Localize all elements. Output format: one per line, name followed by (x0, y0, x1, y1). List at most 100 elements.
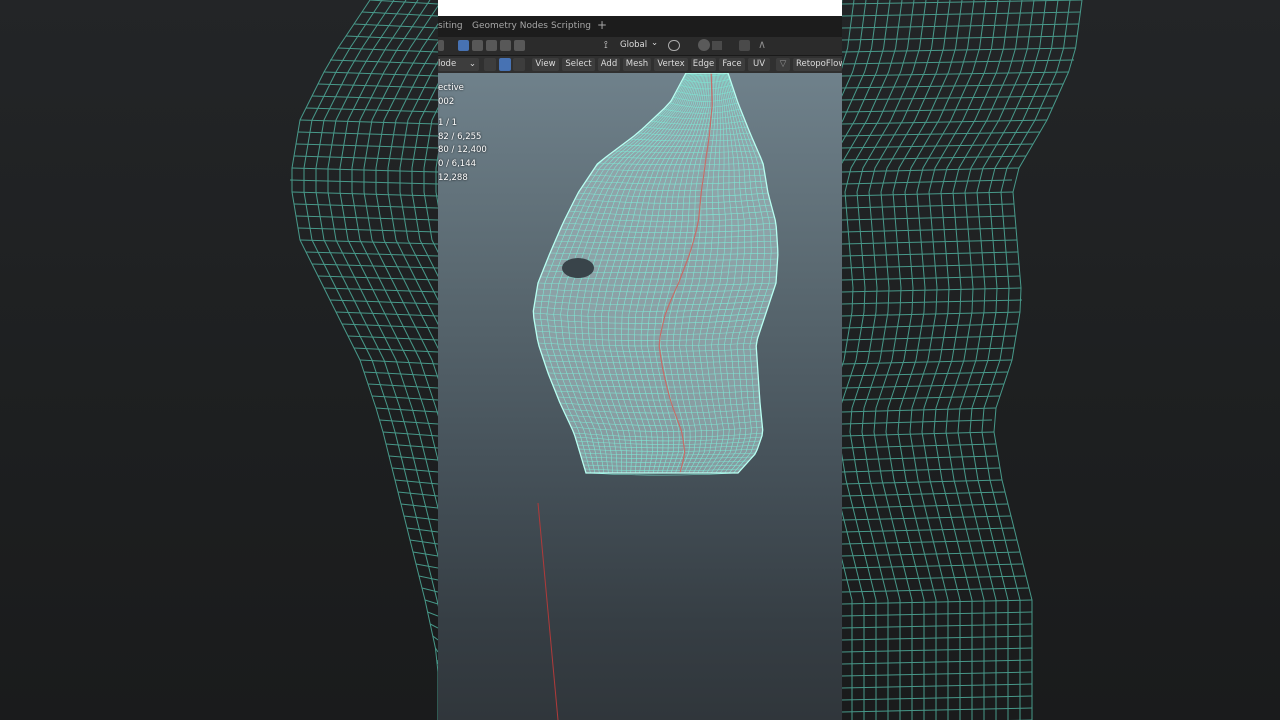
add-workspace-button[interactable]: + (597, 18, 607, 32)
side-edge-loop (397, 491, 438, 497)
menu-view[interactable]: View (532, 58, 559, 71)
select-extend-icon[interactable] (472, 40, 483, 51)
workspace-tabbar: siting Geometry Nodes Scripting + (438, 16, 842, 37)
side-edge-ring (861, 0, 951, 720)
side-edge-ring (873, 0, 963, 720)
side-edge-loop (391, 467, 438, 473)
menu-mesh[interactable]: Mesh (623, 58, 651, 71)
side-edge-loop (842, 491, 1006, 497)
mode-dropdown[interactable]: lode ⌄ (438, 58, 479, 71)
tab-scripting[interactable]: Scripting (551, 21, 591, 31)
face-select-mode-button[interactable] (513, 58, 525, 71)
side-edge-ring (842, 0, 867, 97)
side-edge-loop (842, 311, 1021, 317)
tab-geometry-nodes[interactable]: Geometry Nodes (472, 21, 548, 31)
menu-vertex[interactable]: Vertex (654, 58, 688, 71)
menu-edge[interactable]: Edge (691, 58, 716, 71)
retopoflow-icon[interactable]: ▽ (776, 58, 790, 71)
side-edge-loop (385, 443, 438, 449)
side-edge-ring (842, 0, 903, 720)
side-edge-loop (415, 563, 438, 569)
select-intersect-icon[interactable] (514, 40, 525, 51)
select-subtract-icon[interactable] (486, 40, 497, 51)
side-edge-loop (842, 575, 1027, 581)
menu-retopoflow[interactable]: RetopoFlow (793, 58, 842, 71)
tool-header: ⟟ Global ⌄ ∧ (438, 37, 842, 56)
side-edge-loop (842, 707, 1033, 713)
side-edge-loop (379, 419, 438, 425)
side-edge-loop (842, 107, 1053, 113)
side-edge-ring (842, 0, 915, 720)
side-edge-ring (303, 0, 438, 607)
side-edge-ring (885, 0, 975, 720)
editor-header: lode ⌄ View Select Add Mesh Vertex Edge … (438, 56, 842, 73)
side-edge-loop (323, 71, 438, 77)
side-edge-loop (406, 527, 438, 533)
side-edge-loop (842, 347, 1015, 353)
falloff-icon[interactable]: ∧ (758, 38, 766, 51)
side-edge-loop (842, 83, 1064, 89)
side-edge-loop (842, 275, 1021, 281)
side-mesh (842, 0, 1083, 720)
side-edge-loop (311, 263, 438, 269)
side-edge-loop (329, 59, 438, 65)
vertex-select-mode-button[interactable] (484, 58, 496, 71)
edge-select-mode-button[interactable] (499, 58, 511, 71)
side-edge-loop (842, 47, 1076, 53)
side-edge-loop (842, 179, 1013, 185)
side-edge-loop (842, 407, 997, 413)
menu-uv[interactable]: UV (748, 58, 770, 71)
side-edge-loop (842, 611, 1033, 617)
side-edge-loop (842, 239, 1018, 245)
select-box-icon[interactable] (438, 40, 444, 51)
menu-add[interactable]: Add (598, 58, 620, 71)
background-right-wireframe (842, 0, 1083, 720)
side-edge-loop (335, 311, 438, 317)
stat-objects: 1 / 1 (438, 118, 458, 129)
stat-triangles: 12,288 (438, 172, 468, 183)
menu-select[interactable]: Select (562, 58, 595, 71)
side-edge-loop (842, 671, 1033, 677)
side-edge-loop (842, 623, 1033, 629)
mode-label: lode (438, 59, 457, 69)
snap-icon[interactable] (698, 39, 710, 51)
object-name: 002 (438, 96, 455, 107)
window-top-strip (438, 0, 842, 16)
side-edge-loop (299, 239, 438, 245)
side-edge-loop (842, 167, 1020, 173)
select-difference-icon[interactable] (500, 40, 511, 51)
side-edge-loop (842, 527, 1015, 533)
proportional-edit-icon[interactable] (739, 40, 750, 51)
view-name: ective (438, 83, 464, 93)
side-edge-loop (842, 143, 1034, 149)
snap-target-icon[interactable] (712, 41, 722, 50)
side-mesh (289, 0, 438, 720)
menu-face[interactable]: Face (719, 58, 745, 71)
side-edge-loop (842, 191, 1014, 197)
side-edge-loop (400, 503, 438, 509)
side-edge-loop (842, 587, 1030, 593)
chevron-down-icon: ⌄ (651, 38, 659, 48)
3d-viewport[interactable] (438, 72, 842, 720)
side-edge-loop (842, 287, 1022, 293)
side-edge-loop (382, 431, 438, 437)
transform-orientation-dropdown[interactable]: ⟟ Global ⌄ (604, 38, 660, 52)
transform-orientation-icon: ⟟ (604, 40, 608, 51)
tab-compositing[interactable]: siting (438, 21, 463, 31)
side-edge-loop (367, 383, 438, 389)
side-edge-loop (842, 299, 1023, 305)
side-edge-loop (842, 431, 995, 437)
side-edge-loop (842, 215, 1016, 221)
select-new-icon[interactable] (458, 40, 469, 51)
transform-pivot-icon[interactable] (668, 40, 680, 51)
side-edge-loop (842, 59, 1075, 65)
background-left-wireframe (289, 0, 438, 720)
side-edge-loop (842, 227, 1017, 233)
side-edge-loop (305, 107, 438, 113)
side-edge-loop (842, 635, 1033, 641)
side-edge-loop (842, 203, 1015, 209)
side-edge-loop (842, 659, 1033, 665)
side-edge-loop (842, 539, 1018, 545)
side-edge-ring (327, 0, 438, 511)
side-edge-loop (337, 47, 438, 53)
